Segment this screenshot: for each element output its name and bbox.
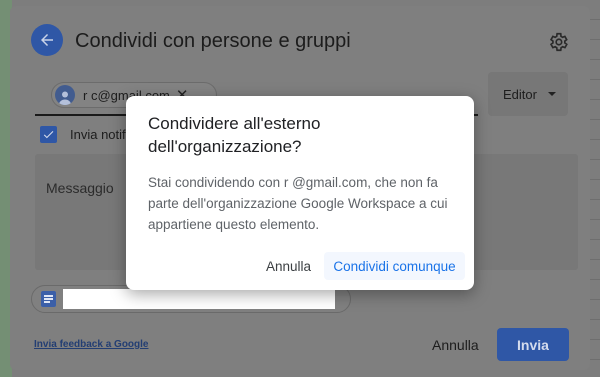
notify-checkbox[interactable]	[40, 126, 57, 143]
check-icon	[43, 131, 54, 139]
confirm-actions: Annulla Condividi comunque	[126, 252, 474, 280]
person-icon	[59, 91, 71, 105]
document-name	[63, 289, 335, 309]
gear-icon[interactable]	[547, 31, 569, 53]
cancel-button[interactable]: Annulla	[432, 337, 479, 353]
role-label: Editor	[503, 86, 537, 102]
avatar	[55, 85, 75, 105]
confirm-body: Stai condividendo con r @gmail.com, che …	[148, 175, 448, 232]
confirm-title: Condividere all'esterno dell'organizzazi…	[148, 114, 321, 156]
dialog-title: Condividi con persone e gruppi	[75, 30, 351, 52]
arrow-left-icon	[41, 34, 53, 46]
confirm-cancel-button[interactable]: Annulla	[256, 252, 321, 280]
send-button[interactable]: Invia	[497, 328, 569, 361]
external-share-confirm-dialog: Condividere all'esterno dell'organizzazi…	[126, 96, 474, 290]
share-anyway-button[interactable]: Condividi comunque	[324, 252, 465, 280]
feedback-link[interactable]: Invia feedback a Google	[34, 339, 148, 350]
back-button[interactable]	[31, 24, 63, 56]
caret-down-icon	[548, 92, 556, 96]
role-select[interactable]: Editor	[488, 72, 568, 116]
document-icon	[41, 291, 56, 307]
message-placeholder: Messaggio	[46, 180, 114, 196]
